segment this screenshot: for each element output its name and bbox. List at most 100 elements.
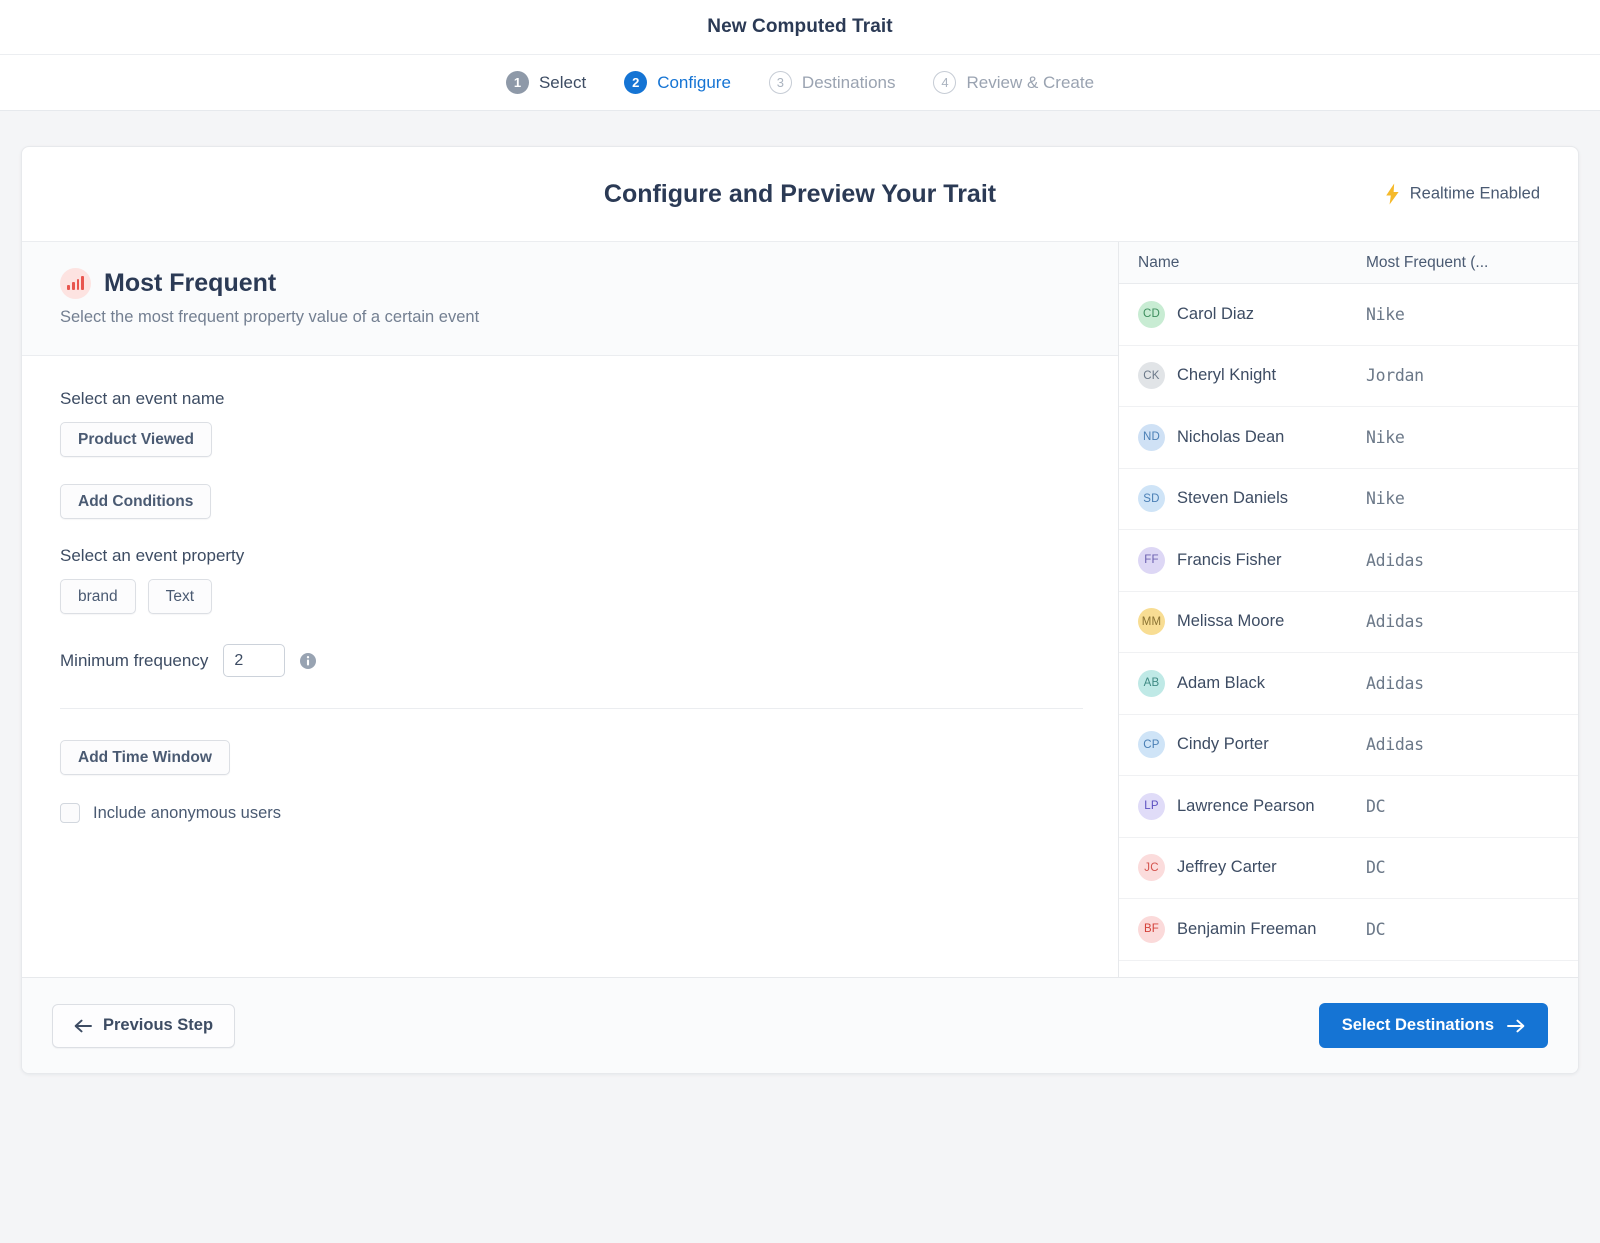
table-cell-name: CP Cindy Porter	[1119, 731, 1366, 758]
arrow-left-icon	[74, 1019, 92, 1033]
include-anonymous-checkbox[interactable]	[60, 803, 80, 823]
table-row[interactable]: CK Cheryl Knight Jordan	[1119, 346, 1578, 408]
table-row[interactable]: CP Cindy Porter Adidas	[1119, 715, 1578, 777]
wizard-stepper: 1 Select 2 Configure 3 Destinations 4 Re…	[0, 55, 1600, 111]
page-title: New Computed Trait	[707, 16, 892, 38]
step-label-review-create: Review & Create	[966, 73, 1094, 93]
avatar: MM	[1138, 608, 1165, 635]
table-cell-name: FFFrancis Fisher	[1119, 547, 1366, 574]
configuration-column: Most Frequent Select the most frequent p…	[22, 242, 1119, 977]
step-number-3: 3	[769, 71, 792, 94]
avatar: CD	[1138, 301, 1165, 328]
card-header: Configure and Preview Your Trait Realtim…	[22, 147, 1578, 242]
select-destinations-label: Select Destinations	[1342, 1016, 1494, 1035]
step-destinations[interactable]: 3 Destinations	[769, 71, 896, 94]
avatar: ND	[1138, 424, 1165, 451]
step-select[interactable]: 1 Select	[506, 71, 586, 94]
card-footer: Previous Step Select Destinations	[22, 977, 1578, 1073]
event-property-selector[interactable]: brand	[60, 579, 136, 614]
avatar: SD	[1138, 485, 1165, 512]
arrow-right-icon	[1507, 1019, 1525, 1033]
add-conditions-button[interactable]: Add Conditions	[60, 484, 211, 519]
table-cell-value: Nike	[1366, 428, 1578, 447]
table-cell-name: JC Jeffrey Carter	[1119, 854, 1366, 881]
window-title-bar: New Computed Trait	[0, 0, 1600, 55]
preview-table-header: Name Most Frequent (...	[1119, 242, 1578, 284]
table-cell-name: MMMelissa Moore	[1119, 608, 1366, 635]
avatar: AB	[1138, 670, 1165, 697]
page-background: Configure and Preview Your Trait Realtim…	[0, 111, 1600, 1243]
step-label-select: Select	[539, 73, 586, 93]
table-row[interactable]: BF Benjamin Freeman DC	[1119, 899, 1578, 961]
table-row[interactable]: LP Lawrence Pearson DC	[1119, 776, 1578, 838]
table-cell-value: DC	[1366, 858, 1578, 877]
preview-table-rows: CDCarol DiazNikeCKCheryl KnightJordanNDN…	[1119, 284, 1578, 977]
user-name: Jeffrey Carter	[1177, 858, 1277, 877]
time-window-row: Add Time Window	[60, 740, 1080, 775]
trait-form: Select an event name Product Viewed Add …	[22, 356, 1118, 977]
table-cell-value: Adidas	[1366, 735, 1578, 754]
trait-description: Select the most frequent property value …	[60, 308, 1118, 327]
avatar: LP	[1138, 793, 1165, 820]
avatar: JC	[1138, 854, 1165, 881]
lightning-bolt-icon	[1384, 184, 1401, 205]
include-anonymous-row: Include anonymous users	[60, 803, 1080, 823]
realtime-label: Realtime Enabled	[1410, 185, 1540, 204]
step-label-destinations: Destinations	[802, 73, 896, 93]
table-cell-value: Nike	[1366, 489, 1578, 508]
event-property-row: brand Text	[60, 579, 1080, 614]
user-name: Carol Diaz	[1177, 305, 1254, 324]
table-cell-name: SD Steven Daniels	[1119, 485, 1366, 512]
preview-table: Name Most Frequent (... CD Carol Diaz Nike…	[1119, 242, 1578, 977]
user-name: Nicholas Dean	[1177, 428, 1284, 447]
table-row[interactable]: JC Jeffrey Carter DC	[1119, 838, 1578, 900]
table-row[interactable]: ND Nicholas Dean Nike	[1119, 407, 1578, 469]
table-cell-name: ND Nicholas Dean	[1119, 424, 1366, 451]
table-cell-name: BF Benjamin Freeman	[1119, 916, 1366, 943]
bar-chart-icon	[60, 268, 91, 299]
card-title: Configure and Preview Your Trait	[604, 180, 996, 209]
table-row[interactable]: ABAdam BlackAdidas	[1119, 653, 1578, 715]
table-cell-value: Adidas	[1366, 674, 1578, 693]
select-destinations-button[interactable]: Select Destinations	[1319, 1003, 1548, 1048]
step-number-4: 4	[933, 71, 956, 94]
event-name-label: Select an event name	[60, 389, 1080, 409]
info-icon[interactable]	[300, 653, 316, 669]
realtime-status-badge: Realtime Enabled	[1384, 184, 1540, 205]
table-cell-name: CK Cheryl Knight	[1119, 362, 1366, 389]
user-name: Cindy Porter	[1177, 735, 1269, 754]
event-name-selector[interactable]: Product Viewed	[60, 422, 212, 457]
event-property-label: Select an event property	[60, 546, 1080, 566]
add-time-window-button[interactable]: Add Time Window	[60, 740, 230, 775]
user-name: Lawrence Pearson	[1177, 797, 1315, 816]
table-row[interactable]: SD Steven Daniels Nike	[1119, 469, 1578, 531]
table-cell-value: DC	[1366, 920, 1578, 939]
table-cell-value: Adidas	[1366, 612, 1578, 631]
user-name: Benjamin Freeman	[1177, 920, 1316, 939]
user-name: Francis Fisher	[1177, 551, 1282, 570]
avatar: BF	[1138, 916, 1165, 943]
trait-name: Most Frequent	[104, 269, 276, 298]
previous-step-label: Previous Step	[103, 1016, 213, 1035]
step-review-create[interactable]: 4 Review & Create	[933, 71, 1094, 94]
trait-header: Most Frequent Select the most frequent p…	[22, 242, 1118, 356]
event-property-type-selector[interactable]: Text	[148, 579, 212, 614]
previous-step-button[interactable]: Previous Step	[52, 1004, 235, 1048]
table-cell-value: DC	[1366, 797, 1578, 816]
avatar: CK	[1138, 362, 1165, 389]
column-header-name: Name	[1119, 254, 1366, 272]
include-anonymous-label: Include anonymous users	[93, 804, 281, 823]
step-configure[interactable]: 2 Configure	[624, 71, 731, 94]
table-row[interactable]: FFFrancis FisherAdidas	[1119, 530, 1578, 592]
table-row[interactable]: CDCarol DiazNike	[1119, 284, 1578, 346]
table-row[interactable]: MMMelissa MooreAdidas	[1119, 592, 1578, 654]
table-cell-value: Jordan	[1366, 366, 1578, 385]
step-number-2: 2	[624, 71, 647, 94]
minimum-frequency-label: Minimum frequency	[60, 651, 208, 671]
avatar: CP	[1138, 731, 1165, 758]
user-name: Cheryl Knight	[1177, 366, 1276, 385]
minimum-frequency-input[interactable]	[223, 644, 285, 677]
trait-title-row: Most Frequent	[60, 268, 1118, 299]
form-divider	[60, 708, 1083, 709]
user-name: Steven Daniels	[1177, 489, 1288, 508]
